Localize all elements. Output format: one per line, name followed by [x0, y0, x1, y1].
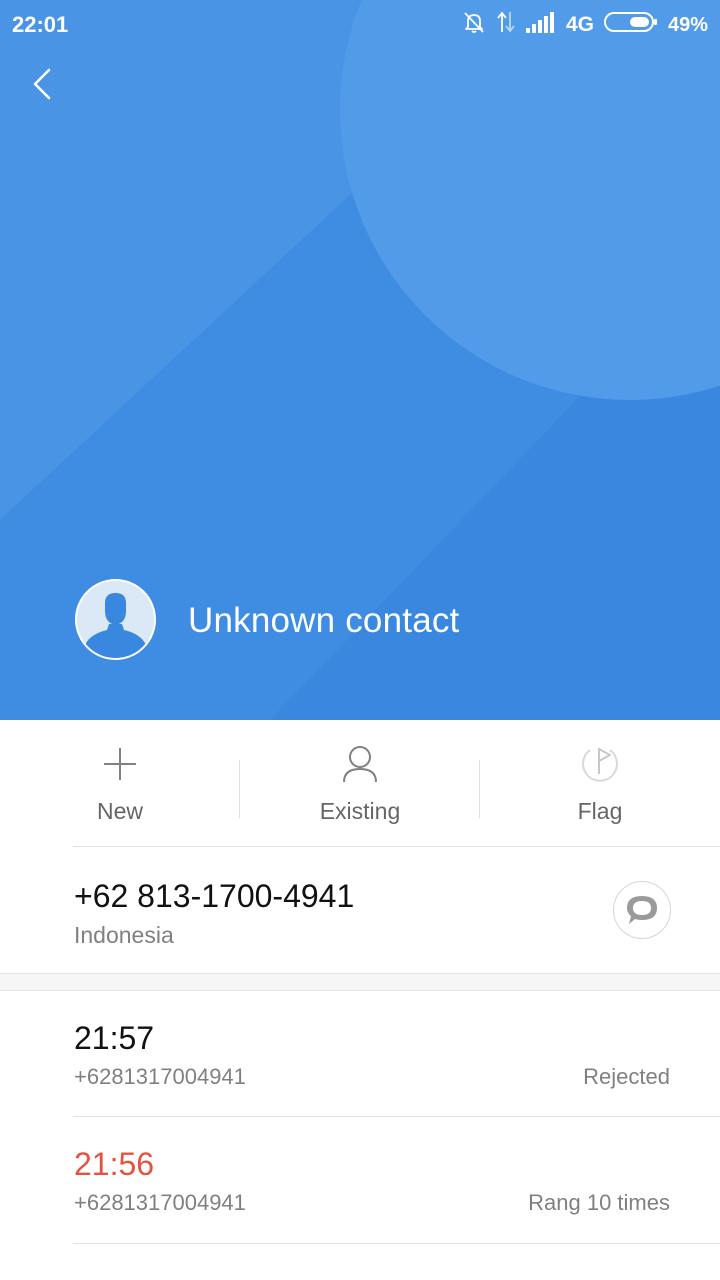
existing-contact-button[interactable]: Existing [240, 720, 480, 846]
flag-label: Flag [577, 798, 623, 824]
status-time: 22:01 [12, 12, 69, 37]
phone-number: +62 813-1700-4941 [74, 878, 355, 914]
section-separator [0, 973, 720, 991]
new-contact-label: New [96, 798, 143, 824]
signal-icon [525, 11, 556, 39]
flag-icon [582, 748, 618, 782]
call-log-item[interactable]: 21:56 +6281317004941 Rang 10 times [0, 1117, 720, 1243]
message-bubble-icon [627, 896, 657, 924]
call-status: Rejected [583, 1064, 670, 1089]
action-divider [479, 760, 480, 818]
contact-actions: New Existing Flag [0, 720, 720, 846]
call-time-missed: 21:56 [74, 1146, 155, 1182]
call-status: Rang 10 times [528, 1190, 670, 1215]
data-arrows-icon [496, 10, 516, 40]
action-divider [239, 760, 240, 818]
phone-number-row[interactable]: +62 813-1700-4941 Indonesia [0, 847, 720, 973]
call-time: 21:57 [74, 1020, 155, 1056]
existing-contact-label: Existing [319, 798, 401, 824]
back-chevron-icon [33, 68, 51, 100]
person-outline-icon [343, 746, 377, 783]
flag-button[interactable]: Flag [480, 720, 720, 846]
divider [73, 1243, 720, 1244]
status-icons: 4G 49% [452, 10, 708, 40]
network-type: 4G [565, 13, 594, 36]
battery-icon [603, 11, 658, 39]
contact-header: 22:01 4G 49% Unknown contact [0, 0, 720, 720]
contact-name: Unknown contact [188, 601, 460, 640]
call-log-item[interactable]: 21:57 +6281317004941 Rejected [0, 991, 720, 1117]
avatar [75, 579, 156, 660]
person-silhouette-icon [77, 581, 154, 658]
back-button[interactable] [22, 62, 62, 106]
call-number: +6281317004941 [74, 1064, 246, 1089]
bell-muted-icon [462, 10, 486, 40]
message-button[interactable] [613, 881, 671, 939]
new-contact-button[interactable]: New [0, 720, 240, 846]
call-number: +6281317004941 [74, 1190, 246, 1215]
status-bar: 22:01 4G 49% [0, 0, 720, 50]
battery-percent: 49% [667, 13, 708, 36]
phone-region: Indonesia [74, 922, 174, 948]
plus-icon [104, 748, 136, 780]
